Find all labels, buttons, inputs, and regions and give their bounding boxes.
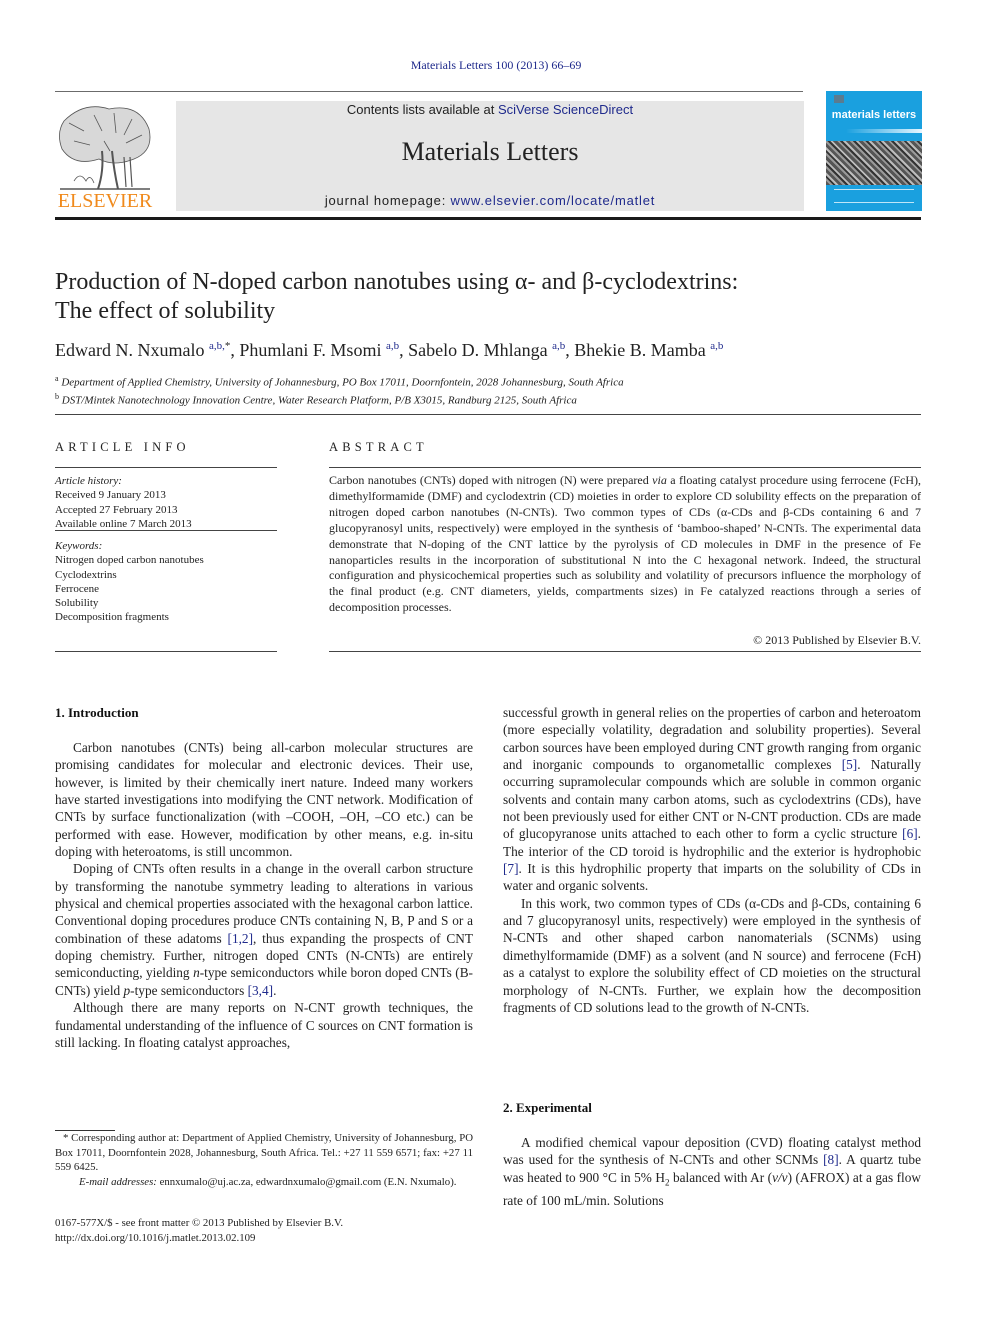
citation-link[interactable]: [5] <box>842 757 858 772</box>
affiliations: a Department of Applied Chemistry, Unive… <box>55 372 935 407</box>
header-rule <box>55 217 921 220</box>
keywords-label: Keywords: <box>55 540 103 552</box>
keyword: Decomposition fragments <box>55 611 169 624</box>
footnote-corresponding: * Corresponding author at: Department of… <box>55 1132 473 1173</box>
paragraph: successful growth in general relies on t… <box>503 705 921 894</box>
paragraph: A modified chemical vapour deposition (C… <box>503 1135 921 1208</box>
journal-cover-thumbnail[interactable]: materials letters <box>826 91 922 211</box>
keyword: Ferrocene <box>55 582 99 595</box>
journal-name: Materials Letters <box>401 137 579 166</box>
keyword: Solubility <box>55 597 99 610</box>
cover-micrograph-image <box>826 141 922 185</box>
paragraph: Doping of CNTs often results in a change… <box>55 861 473 998</box>
title-line-1: Production of N-doped carbon nanotubes u… <box>55 269 739 295</box>
article-info-rule <box>55 651 277 652</box>
citation-link[interactable]: [3,4] <box>248 983 273 998</box>
corresponding-author-footnote: * Corresponding author at: Department of… <box>55 1131 473 1189</box>
cover-publisher-mark-icon <box>834 95 844 103</box>
keywords: Keywords: Nitrogen doped carbon nanotube… <box>55 539 277 625</box>
keyword: Nitrogen doped carbon nanotubes <box>55 554 204 567</box>
footnote-emails: E-mail addresses: ennxumalo@uj.ac.za, ed… <box>79 1175 457 1188</box>
affiliation-a: a Department of Applied Chemistry, Unive… <box>55 374 624 389</box>
paragraph: Although there are many reports on N-CNT… <box>55 1000 473 1050</box>
front-matter: 0167-577X/$ - see front matter © 2013 Pu… <box>55 1216 473 1245</box>
article-info-rule <box>55 467 277 468</box>
article-title: Production of N-doped carbon nanotubes u… <box>55 268 935 326</box>
citation-link[interactable]: [7] <box>503 861 519 876</box>
history-received: Received 9 January 2013 <box>55 489 166 502</box>
sciencedirect-link[interactable]: SciVerse ScienceDirect <box>498 102 633 117</box>
corresponding-author-mark: * <box>224 340 231 352</box>
journal-homepage: journal homepage: www.elsevier.com/locat… <box>176 193 804 208</box>
author-name: Bhekie B. Mamba <box>574 340 706 360</box>
author-affiliation-marks[interactable]: a,b <box>710 340 723 352</box>
abstract-text: Carbon nanotubes (CNTs) doped with nitro… <box>329 473 921 615</box>
section-heading-experimental: 2. Experimental <box>503 1100 592 1115</box>
history-accepted: Accepted 27 February 2013 <box>55 503 178 516</box>
journal-masthead: Contents lists available at SciVerse Sci… <box>176 101 804 211</box>
title-line-2: The effect of solubility <box>55 298 276 324</box>
paragraph: Carbon nanotubes (CNTs) being all-carbon… <box>55 740 473 860</box>
introduction-body-right: successful growth in general relies on t… <box>503 704 921 1016</box>
history-label: Article history: <box>55 475 122 487</box>
article-info-heading: ARTICLE INFO <box>55 440 190 454</box>
citation-link[interactable]: [6] <box>902 826 918 841</box>
author-list: Edward N. Nxumalo a,b,*, Phumlani F. Mso… <box>55 340 724 360</box>
affiliation-b: b DST/Mintek Nanotechnology Innovation C… <box>55 391 577 407</box>
section-heading-introduction: 1. Introduction <box>55 705 139 720</box>
author-name: Phumlani F. Msomi <box>239 340 382 360</box>
abstract-rule <box>329 467 921 468</box>
citation-link[interactable]: [8] <box>823 1152 839 1167</box>
author-name: Sabelo D. Mhlanga <box>408 340 548 360</box>
author-affiliation-marks[interactable]: a,b <box>552 340 565 352</box>
section-rule <box>55 414 921 415</box>
cover-text-block <box>834 189 914 203</box>
abstract-rule <box>329 651 921 652</box>
abstract-copyright: © 2013 Published by Elsevier B.V. <box>753 633 921 647</box>
article-history: Article history: Received 9 January 2013… <box>55 474 277 531</box>
author-affiliation-marks[interactable]: a,b,* <box>209 340 230 352</box>
experimental-body: A modified chemical vapour deposition (C… <box>503 1134 921 1209</box>
elsevier-wordmark: ELSEVIER <box>57 190 153 212</box>
contents-availability: Contents lists available at SciVerse Sci… <box>176 102 804 117</box>
citation-link[interactable]: [1,2] <box>228 931 253 946</box>
homepage-link[interactable]: www.elsevier.com/locate/matlet <box>451 193 656 208</box>
author-affiliation-marks[interactable]: a,b <box>386 340 399 352</box>
keyword: Cyclodextrins <box>55 568 117 581</box>
doi-link[interactable]: http://dx.doi.org/10.1016/j.matlet.2013.… <box>55 1231 473 1246</box>
email-links[interactable]: ennxumalo@uj.ac.za, edwardnxumalo@gmail.… <box>157 1176 457 1188</box>
cover-accent-bar <box>846 129 922 133</box>
issn-line: 0167-577X/$ - see front matter © 2013 Pu… <box>55 1217 344 1229</box>
cover-title: materials letters <box>831 109 917 121</box>
top-rule <box>55 91 803 92</box>
abstract-heading: ABSTRACT <box>329 440 428 454</box>
article-info-rule <box>55 530 277 531</box>
author-name: Edward N. Nxumalo <box>55 340 205 360</box>
paragraph: In this work, two common types of CDs (α… <box>503 895 921 1015</box>
running-head-citation[interactable]: Materials Letters 100 (2013) 66–69 <box>0 58 992 73</box>
contents-prefix: Contents lists available at <box>346 102 498 117</box>
introduction-body-left: Carbon nanotubes (CNTs) being all-carbon… <box>55 739 473 1051</box>
homepage-prefix: journal homepage: <box>324 193 451 208</box>
